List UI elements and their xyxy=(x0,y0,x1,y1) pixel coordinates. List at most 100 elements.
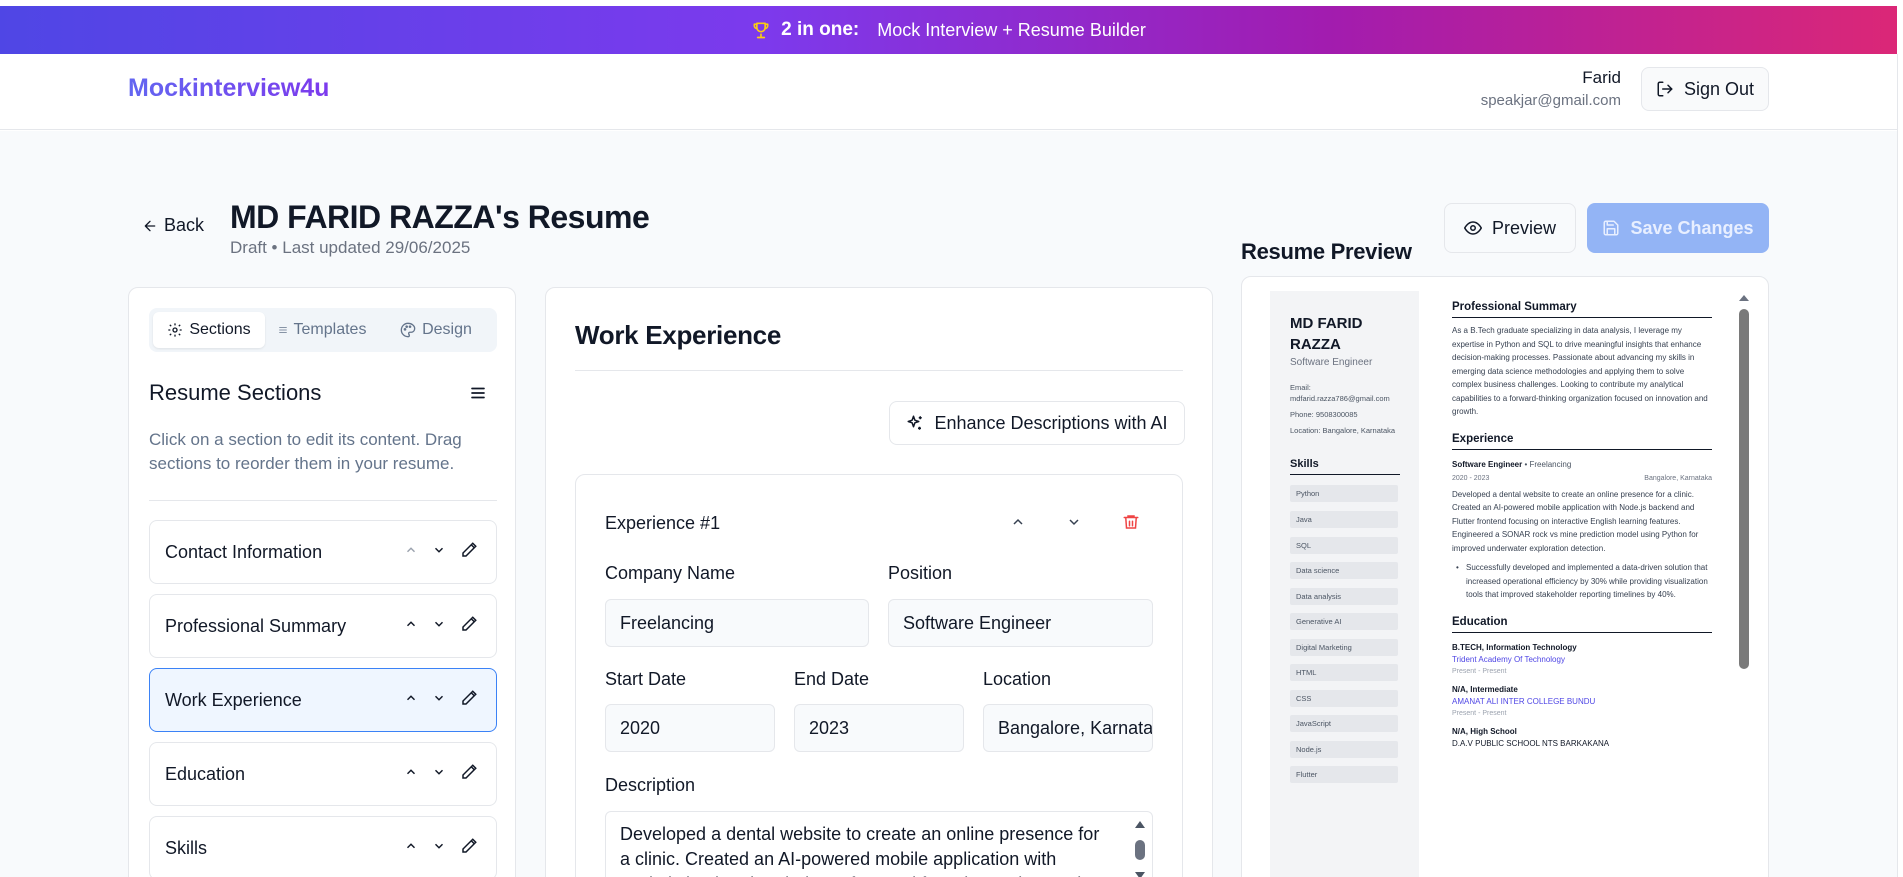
banner-text: Mock Interview + Resume Builder xyxy=(877,19,1146,40)
preview-skill: Node.js xyxy=(1290,741,1398,758)
end-date-label: End Date xyxy=(794,669,870,689)
window-edge xyxy=(1897,54,1903,877)
pencil-icon[interactable] xyxy=(460,837,478,855)
location-input[interactable]: Bangalore, Karnataka xyxy=(983,704,1153,752)
divider xyxy=(575,370,1183,371)
preview-name: MD FARID RAZZA xyxy=(1290,315,1363,353)
trash-icon[interactable] xyxy=(1122,513,1140,531)
section-item-skills[interactable]: Skills xyxy=(149,816,497,877)
chevron-down-icon[interactable] xyxy=(432,617,446,631)
chevron-down-icon[interactable] xyxy=(432,543,446,557)
start-date-input[interactable]: 2020 xyxy=(605,704,775,752)
eye-icon xyxy=(1463,221,1482,235)
preview-summary-title: Professional Summary xyxy=(1452,291,1712,318)
user-name: Farid xyxy=(1582,68,1621,87)
page-title: MD FARID RAZZA's Resume xyxy=(230,199,650,235)
sections-panel: Sections Templates Design Resume Section… xyxy=(128,287,516,877)
section-controls xyxy=(404,615,478,633)
preview-main: Professional Summary As a B.Tech graduat… xyxy=(1452,291,1712,748)
preview-edu-degree: N/A, Intermediate xyxy=(1452,684,1518,694)
tab-sections[interactable]: Sections xyxy=(153,312,265,348)
preview-skill: Java xyxy=(1290,511,1398,528)
chevron-up-icon[interactable] xyxy=(404,765,418,779)
preview-skill: Digital Marketing xyxy=(1290,639,1398,656)
sign-out-button[interactable]: Sign Out xyxy=(1641,67,1769,111)
company-name-label: Company Name xyxy=(605,563,736,583)
chevron-up-icon[interactable] xyxy=(404,839,418,853)
editor-panel: Work Experience Enhance Descriptions wit… xyxy=(545,287,1213,877)
tab-templates[interactable]: Templates xyxy=(265,312,379,348)
experience-title: Experience #1 xyxy=(605,513,721,533)
end-date-input[interactable]: 2023 xyxy=(794,704,964,752)
pencil-icon[interactable] xyxy=(460,689,478,707)
preview-label: Preview xyxy=(1491,217,1557,238)
arrow-left-icon xyxy=(144,220,156,231)
preview-email-label: Email: xyxy=(1290,383,1311,392)
preview-skill: CSS xyxy=(1290,690,1398,707)
enhance-ai-button[interactable]: Enhance Descriptions with AI xyxy=(889,401,1185,445)
main-content: Back MD FARID RAZZA's Resume Draft • Las… xyxy=(0,131,1897,877)
chevron-down-icon[interactable] xyxy=(432,839,446,853)
preview-summary: As a B.Tech graduate specializing in dat… xyxy=(1452,326,1708,416)
preview-job-title: Software Engineer xyxy=(1452,459,1523,469)
preview-job-meta: 2020 - 2023 Bangalore, Karnataka xyxy=(1452,475,1712,482)
preview-button[interactable]: Preview xyxy=(1444,203,1576,253)
gear-icon xyxy=(168,323,182,337)
section-controls xyxy=(404,541,478,559)
preview-job: Software Engineer • Freelancing xyxy=(1452,460,1712,469)
section-item-label: Education xyxy=(165,763,246,784)
editor-section-title: Work Experience xyxy=(575,320,782,350)
pencil-icon[interactable] xyxy=(460,763,478,781)
preview-skill: Data science xyxy=(1290,562,1398,579)
preview-skill: Generative AI xyxy=(1290,613,1398,630)
experience-controls xyxy=(1010,513,1140,531)
section-controls xyxy=(404,689,478,707)
section-item-education[interactable]: Education xyxy=(149,742,497,806)
chevron-down-icon[interactable] xyxy=(432,765,446,779)
preview-scrollbar[interactable] xyxy=(1737,291,1751,877)
preview-skill: Flutter xyxy=(1290,766,1398,783)
preview-edu-dates: Present - Present xyxy=(1452,667,1507,675)
section-item-label: Contact Information xyxy=(165,541,323,562)
description-textarea[interactable]: Developed a dental website to create an … xyxy=(605,811,1153,877)
chevron-up-icon[interactable] xyxy=(1010,514,1026,530)
chevron-down-icon[interactable] xyxy=(1066,514,1082,530)
preview-edu-degree: N/A, High School xyxy=(1452,726,1517,736)
chevron-up-icon[interactable] xyxy=(404,691,418,705)
tab-design[interactable]: Design xyxy=(379,312,493,348)
pencil-icon[interactable] xyxy=(460,615,478,633)
textarea-scrollbar[interactable] xyxy=(1132,816,1148,877)
logo[interactable]: Mockinterview4u xyxy=(128,74,329,103)
company-name-input[interactable]: Freelancing xyxy=(605,599,869,647)
section-item-label: Work Experience xyxy=(165,689,302,710)
position-input[interactable]: Software Engineer xyxy=(888,599,1153,647)
back-button[interactable]: Back xyxy=(142,215,204,236)
tab-sections-label: Sections xyxy=(189,321,251,338)
section-item-label: Professional Summary xyxy=(165,615,347,636)
divider xyxy=(149,500,497,501)
page-subtitle: Draft • Last updated 29/06/2025 xyxy=(230,238,471,257)
resume-sections-title: Resume Sections xyxy=(149,380,322,405)
preview-job-dates: 2020 - 2023 xyxy=(1452,474,1490,482)
preview-education-title: Education xyxy=(1452,606,1712,633)
preview-experience-title: Experience xyxy=(1452,423,1712,450)
section-item-contact-information[interactable]: Contact Information xyxy=(149,520,497,584)
promo-banner: 2 in one: Mock Interview + Resume Builde… xyxy=(0,6,1897,54)
chevron-down-icon[interactable] xyxy=(432,691,446,705)
save-changes-button[interactable]: Save Changes xyxy=(1587,203,1769,253)
preview-edu-dates: Present - Present xyxy=(1452,709,1507,717)
section-item-professional-summary[interactable]: Professional Summary xyxy=(149,594,497,658)
resume-preview-title: Resume Preview xyxy=(1241,239,1412,264)
chevron-up-icon[interactable] xyxy=(404,617,418,631)
pencil-icon[interactable] xyxy=(460,541,478,559)
section-controls xyxy=(404,837,478,855)
palette-icon xyxy=(400,322,416,338)
position-label: Position xyxy=(888,563,953,583)
location-label: Location xyxy=(983,669,1052,689)
menu-icon[interactable] xyxy=(469,384,487,402)
preview-phone: Phone: 9508300085 xyxy=(1290,410,1358,419)
preview-skill: Data analysis xyxy=(1290,588,1398,605)
user-email: speakjar@gmail.com xyxy=(1480,92,1621,109)
section-item-work-experience[interactable]: Work Experience xyxy=(149,668,497,732)
chevron-up-icon[interactable] xyxy=(404,543,418,557)
